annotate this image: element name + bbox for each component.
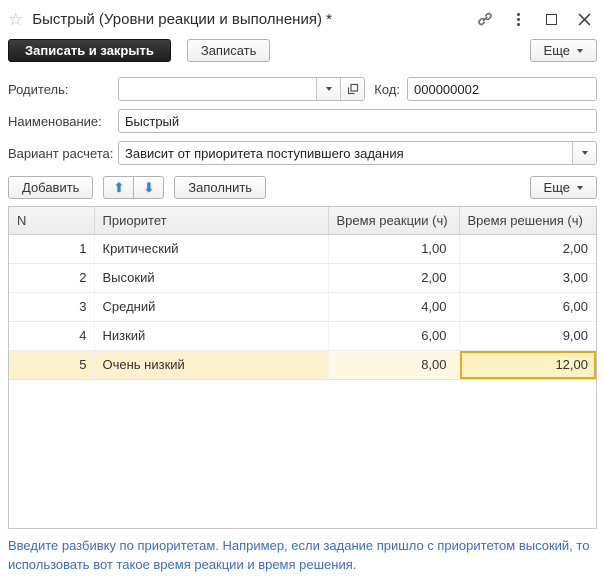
cell-row-number[interactable]: 3 bbox=[9, 292, 95, 322]
table-empty-area[interactable] bbox=[9, 379, 596, 528]
favorite-star-icon[interactable]: ☆ bbox=[8, 11, 23, 28]
variant-combobox[interactable] bbox=[118, 141, 597, 165]
variant-label: Вариант расчета: bbox=[8, 145, 114, 161]
chevron-down-icon bbox=[325, 87, 332, 91]
header-resolution-time[interactable]: Время решения (ч) bbox=[459, 207, 596, 235]
parent-combobox[interactable] bbox=[118, 77, 366, 101]
cell-resolution-time[interactable]: 2,00 bbox=[459, 234, 596, 264]
cell-priority[interactable]: Низкий bbox=[94, 321, 329, 351]
cell-reaction-time[interactable]: 8,00 bbox=[328, 350, 460, 380]
save-and-close-button[interactable]: Записать и закрыть bbox=[8, 39, 171, 62]
hint-text: Введите разбивку по приоритетам. Наприме… bbox=[8, 538, 590, 572]
cell-resolution-time[interactable]: 3,00 bbox=[459, 263, 596, 293]
title-bar: ☆ Быстрый (Уровни реакции и выполнения) … bbox=[8, 0, 597, 34]
arrow-down-icon: ⬇ bbox=[143, 180, 155, 195]
chevron-down-icon bbox=[577, 48, 583, 53]
parent-open-button[interactable] bbox=[340, 78, 365, 100]
name-input[interactable] bbox=[118, 109, 597, 133]
add-row-button[interactable]: Добавить bbox=[8, 176, 94, 199]
chevron-down-icon bbox=[577, 185, 583, 190]
header-n[interactable]: N bbox=[9, 207, 95, 235]
cell-resolution-time[interactable]: 9,00 bbox=[459, 321, 596, 351]
code-label: Код: bbox=[374, 81, 400, 97]
more-menu-kebab-icon[interactable] bbox=[505, 8, 531, 30]
table-row: 2 Высокий 2,00 3,00 bbox=[9, 263, 596, 293]
command-bar: Записать и закрыть Записать Еще bbox=[8, 39, 597, 62]
parent-label: Родитель: bbox=[8, 81, 69, 97]
close-icon[interactable] bbox=[571, 8, 597, 30]
cell-reaction-time[interactable]: 1,00 bbox=[328, 234, 460, 264]
cell-row-number[interactable]: 4 bbox=[9, 321, 95, 351]
fields-area: Родитель: Код: Наименование: bbox=[8, 77, 597, 165]
table-header-row: N Приоритет Время реакции (ч) Время реше… bbox=[9, 207, 596, 235]
variant-field-row: Вариант расчета: bbox=[8, 141, 597, 165]
cell-row-number[interactable]: 5 bbox=[9, 350, 95, 380]
header-priority[interactable]: Приоритет bbox=[94, 207, 329, 235]
cell-priority[interactable]: Средний bbox=[94, 292, 329, 322]
cell-reaction-time[interactable]: 2,00 bbox=[328, 263, 460, 293]
move-buttons-group: ⬆ ⬇ bbox=[103, 176, 165, 199]
name-label: Наименование: bbox=[8, 113, 102, 129]
cell-priority[interactable]: Высокий bbox=[94, 263, 329, 293]
chevron-down-icon bbox=[581, 151, 588, 155]
parent-dropdown-button[interactable] bbox=[316, 78, 341, 100]
form-window: ☆ Быстрый (Уровни реакции и выполнения) … bbox=[0, 0, 605, 583]
more-button-top-label: Еще bbox=[543, 43, 570, 58]
table-row: 1 Критический 1,00 2,00 bbox=[9, 234, 596, 264]
arrow-up-icon: ⬆ bbox=[113, 180, 125, 195]
priority-table: N Приоритет Время реакции (ч) Время реше… bbox=[8, 206, 597, 529]
more-button-table[interactable]: Еще bbox=[529, 176, 597, 199]
more-button-top[interactable]: Еще bbox=[529, 39, 597, 62]
more-button-table-label: Еще bbox=[543, 180, 570, 195]
parent-field-row: Родитель: Код: bbox=[8, 77, 597, 101]
save-button[interactable]: Записать bbox=[186, 39, 271, 62]
table-row: 3 Средний 4,00 6,00 bbox=[9, 292, 596, 322]
cell-reaction-time[interactable]: 4,00 bbox=[328, 292, 460, 322]
table-toolbar: Добавить ⬆ ⬇ Заполнить Еще bbox=[8, 176, 597, 199]
parent-input[interactable] bbox=[119, 78, 317, 100]
header-reaction-time[interactable]: Время реакции (ч) bbox=[328, 207, 460, 235]
cell-row-number[interactable]: 2 bbox=[9, 263, 95, 293]
move-down-button[interactable]: ⬇ bbox=[134, 176, 165, 199]
maximize-icon[interactable] bbox=[538, 8, 564, 30]
variant-input[interactable] bbox=[119, 142, 572, 164]
cell-row-number[interactable]: 1 bbox=[9, 234, 95, 264]
fill-button[interactable]: Заполнить bbox=[174, 176, 267, 199]
name-field-row: Наименование: bbox=[8, 109, 597, 133]
cell-reaction-time[interactable]: 6,00 bbox=[328, 321, 460, 351]
cell-resolution-time-selected[interactable]: 12,00 bbox=[459, 350, 596, 380]
code-input[interactable] bbox=[407, 77, 597, 101]
cell-priority[interactable]: Очень низкий bbox=[94, 350, 329, 380]
cell-priority[interactable]: Критический bbox=[94, 234, 329, 264]
variant-dropdown-button[interactable] bbox=[572, 142, 596, 164]
cell-resolution-time[interactable]: 6,00 bbox=[459, 292, 596, 322]
table-row-selected: 5 Очень низкий 8,00 12,00 bbox=[9, 350, 596, 380]
window-title: Быстрый (Уровни реакции и выполнения) * bbox=[32, 10, 332, 28]
move-up-button[interactable]: ⬆ bbox=[103, 176, 135, 199]
link-icon[interactable] bbox=[472, 8, 498, 30]
table-row: 4 Низкий 6,00 9,00 bbox=[9, 321, 596, 351]
